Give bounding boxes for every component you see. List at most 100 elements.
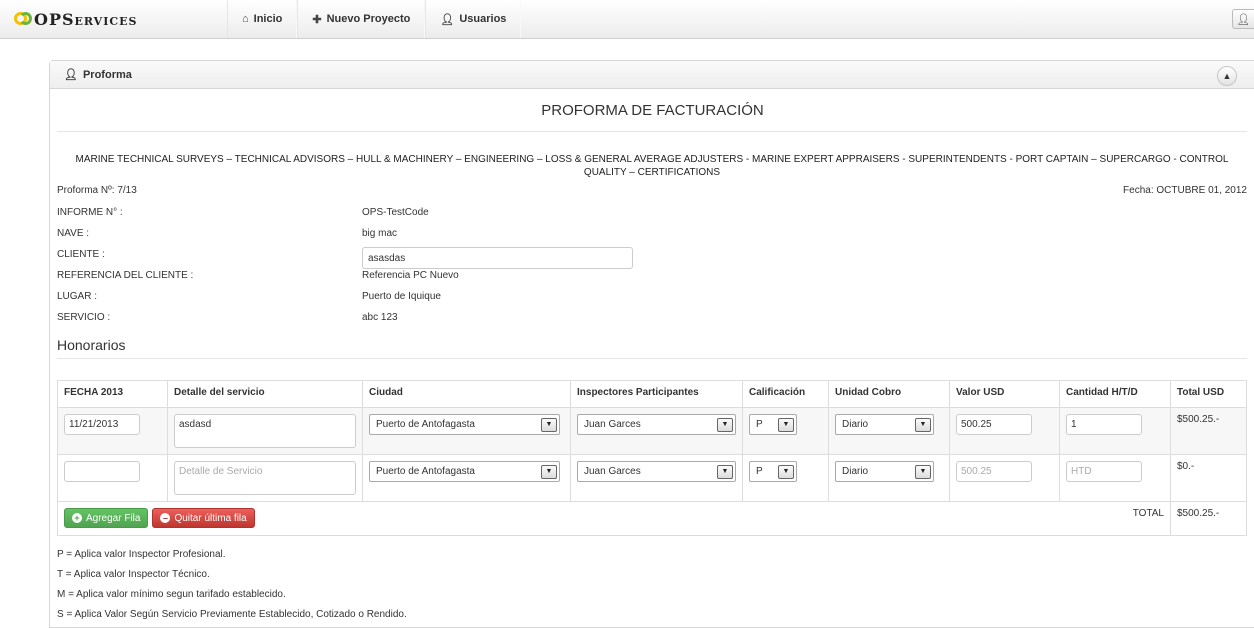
ciudad-select-value: Puerto de Antofagasta	[376, 419, 475, 430]
column-header: Ciudad	[362, 380, 571, 408]
cliente-input[interactable]	[362, 247, 633, 269]
ciudad-select[interactable]: Puerto de Antofagasta ▼	[369, 461, 560, 482]
servicio-value: abc 123	[362, 312, 398, 323]
panel-header: 👤︎ Proforma	[50, 61, 1254, 89]
lugar-label: LUGAR :	[57, 291, 98, 302]
proforma-date: Fecha: OCTUBRE 01, 2012	[1123, 185, 1247, 196]
lugar-value: Puerto de Iquique	[362, 291, 441, 302]
user-icon: 👤︎	[440, 13, 455, 26]
column-header: Calificación	[742, 380, 829, 408]
servicio-label: SERVICIO :	[57, 312, 111, 323]
cantidad-input[interactable]	[1066, 461, 1142, 482]
chevron-down-icon: ▼	[778, 464, 794, 479]
brand-name: OPServices	[34, 9, 138, 29]
legend-item: M = Aplica valor mínimo segun tarifado e…	[57, 589, 286, 600]
user-icon: 👤︎	[1236, 13, 1251, 26]
proforma-number: Proforma Nº: 7/13	[57, 185, 137, 196]
proforma-panel: 👤︎ Proforma ▲ PROFORMA DE FACTURACIÓN MA…	[49, 60, 1254, 628]
informe-value: OPS-TestCode	[362, 207, 429, 218]
plus-icon: ✚	[312, 13, 322, 26]
panel-title: Proforma	[82, 68, 132, 81]
row-total: $500.25.-	[1170, 407, 1247, 455]
referencia-label: REFERENCIA DEL CLIENTE :	[57, 270, 194, 281]
inspector-select[interactable]: Juan Garces ▼	[577, 461, 736, 482]
total-label: TOTAL	[1059, 501, 1171, 536]
chevron-down-icon: ▼	[541, 464, 557, 479]
divider	[57, 358, 1247, 359]
column-header: FECHA 2013	[57, 380, 168, 408]
inspector-select-value: Juan Garces	[584, 466, 641, 477]
calificacion-select-value: P	[756, 466, 763, 477]
table-row: Puerto de Antofagasta ▼ Juan Garces ▼ P …	[57, 454, 1247, 502]
divider	[57, 131, 1247, 132]
chevron-down-icon: ▼	[915, 464, 931, 479]
column-header: Total USD	[1170, 380, 1247, 408]
cantidad-input[interactable]	[1066, 414, 1142, 435]
minus-circle-icon: –	[160, 513, 171, 523]
unidad-select-value: Diario	[842, 466, 869, 477]
add-row-button[interactable]: + Agregar Fila	[64, 508, 149, 528]
chevron-down-icon: ▼	[717, 464, 733, 479]
honorarios-table: FECHA 2013 Detalle del servicio Ciudad I…	[57, 380, 1247, 536]
table-header-row: FECHA 2013 Detalle del servicio Ciudad I…	[57, 380, 1247, 408]
grand-total: $500.25.-	[1170, 501, 1247, 536]
referencia-value: Referencia PC Nuevo	[362, 270, 459, 281]
column-header: Cantidad H/T/D	[1059, 380, 1171, 408]
nav-item-label: Nuevo Proyecto	[326, 13, 411, 25]
calificacion-select[interactable]: P ▼	[749, 414, 797, 435]
nave-value: big mac	[362, 228, 398, 239]
chevron-down-icon: ▼	[778, 417, 794, 432]
valor-input[interactable]	[956, 414, 1032, 435]
column-header: Valor USD	[949, 380, 1060, 408]
legend-item: T = Aplica valor Inspector Técnico.	[57, 569, 210, 580]
fecha-input[interactable]	[64, 461, 140, 482]
table-footer-row: + Agregar Fila – Quitar última fila TOTA…	[57, 501, 1247, 536]
row-total: $0.-	[1170, 454, 1247, 502]
chevron-down-icon: ▼	[915, 417, 931, 432]
plus-circle-icon: +	[72, 513, 82, 523]
user-icon: 👤︎	[64, 69, 78, 81]
nav-item-label: Usuarios	[459, 13, 507, 25]
informe-label: INFORME N° :	[57, 207, 123, 218]
valor-input[interactable]	[956, 461, 1032, 482]
calificacion-select-value: P	[756, 419, 763, 430]
legend-item: P = Aplica valor Inspector Profesional.	[57, 549, 226, 560]
chevron-down-icon: ▼	[717, 417, 733, 432]
user-menu-button[interactable]: 👤︎	[1232, 9, 1254, 29]
home-icon: ⌂	[242, 13, 249, 25]
calificacion-select[interactable]: P ▼	[749, 461, 797, 482]
cliente-label: CLIENTE :	[57, 249, 105, 260]
honorarios-title: Honorarios	[57, 337, 126, 353]
top-navbar: OPServices ⌂ Inicio ✚ Nuevo Proyecto 👤︎ …	[0, 0, 1254, 39]
column-header: Unidad Cobro	[828, 380, 950, 408]
unidad-select[interactable]: Diario ▼	[835, 414, 934, 435]
page-title: PROFORMA DE FACTURACIÓN	[541, 102, 764, 119]
detalle-textarea[interactable]	[174, 461, 356, 495]
chevron-up-icon: ▲	[1222, 71, 1232, 81]
nav-item-nuevo-proyecto[interactable]: ✚ Nuevo Proyecto	[297, 0, 426, 38]
column-header: Inspectores Participantes	[570, 380, 743, 408]
brand[interactable]: OPServices	[14, 8, 137, 30]
nav-item-usuarios[interactable]: 👤︎ Usuarios	[425, 0, 522, 38]
remove-row-button[interactable]: – Quitar última fila	[152, 508, 255, 528]
ciudad-select-value: Puerto de Antofagasta	[376, 466, 475, 477]
column-header: Detalle del servicio	[167, 380, 363, 408]
fecha-input[interactable]	[64, 414, 140, 435]
inspector-select[interactable]: Juan Garces ▼	[577, 414, 736, 435]
inspector-select-value: Juan Garces	[584, 419, 641, 430]
add-row-label: Agregar Fila	[86, 512, 141, 524]
main-nav: ⌂ Inicio ✚ Nuevo Proyecto 👤︎ Usuarios	[227, 0, 522, 38]
services-description: MARINE TECHNICAL SURVEYS – TECHNICAL ADV…	[75, 154, 1229, 178]
chevron-down-icon: ▼	[541, 417, 557, 432]
ciudad-select[interactable]: Puerto de Antofagasta ▼	[369, 414, 560, 435]
collapse-panel-button[interactable]: ▲	[1217, 66, 1237, 86]
remove-row-label: Quitar última fila	[174, 512, 247, 524]
detalle-textarea[interactable]: asdasd	[174, 414, 356, 448]
unidad-select-value: Diario	[842, 419, 869, 430]
unidad-select[interactable]: Diario ▼	[835, 461, 934, 482]
legend-item: S = Aplica Valor Según Servicio Previame…	[57, 609, 407, 620]
nav-item-label: Inicio	[253, 13, 283, 25]
nave-label: NAVE :	[57, 228, 90, 239]
nav-item-inicio[interactable]: ⌂ Inicio	[227, 0, 298, 38]
brand-logo-icon	[14, 10, 32, 28]
